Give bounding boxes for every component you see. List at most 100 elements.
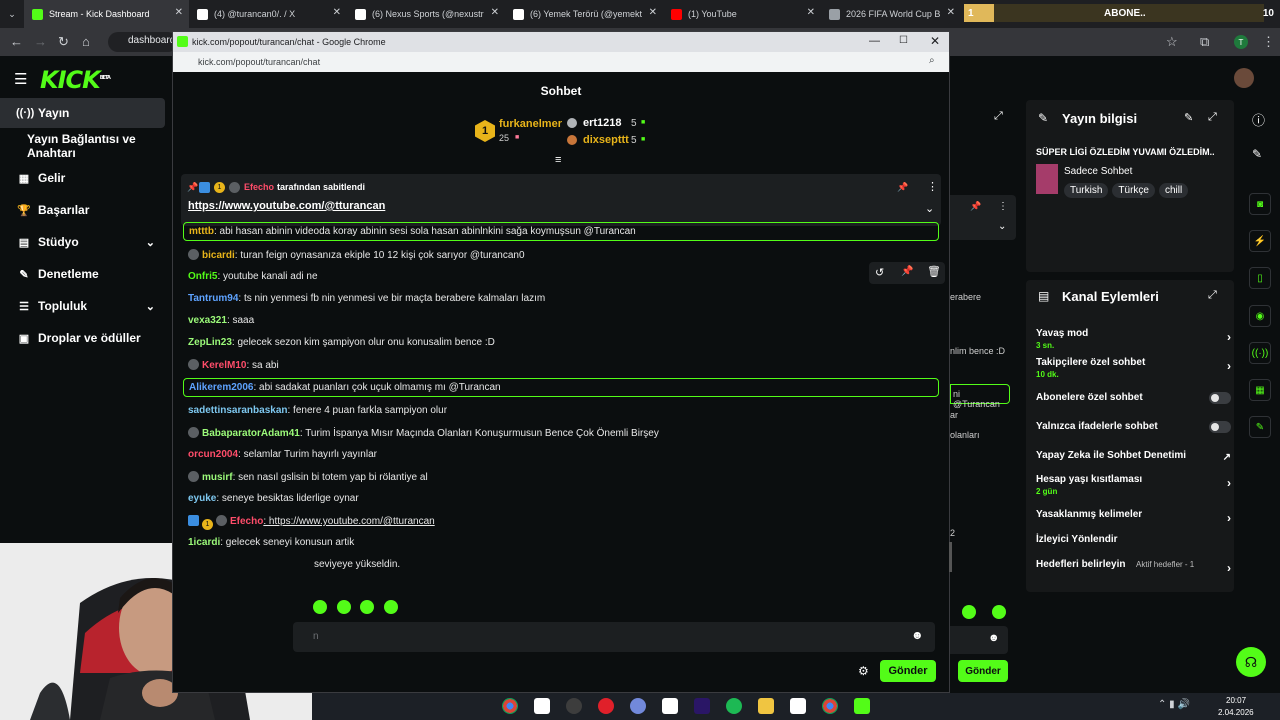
channel-action-item[interactable]: İzleyici Yönlendir [1036,534,1231,545]
pencil-icon[interactable]: ✎ [1252,147,1262,161]
zoom-icon[interactable]: ⌕ [929,55,935,66]
chat-username[interactable]: orcun2004 [188,449,238,460]
back-arrow-icon[interactable]: ← [10,34,23,49]
chevron-down-icon[interactable]: ⌄ [146,236,155,249]
channel-action-item[interactable]: Abonelere özel sohbet [1036,392,1231,404]
toggle-switch[interactable] [1209,392,1231,404]
chat-username[interactable]: KerelM10 [202,360,246,371]
sidebar-item[interactable]: ▦ Gelir [0,163,165,193]
chevron-right-icon[interactable]: › [1227,511,1231,525]
emoji-icon[interactable]: ☻ [911,628,924,642]
chat-username[interactable]: Tantrum94 [188,293,238,304]
reload-icon[interactable]: ↻ [58,34,69,50]
maximize-icon[interactable]: ☐ [899,35,908,46]
browser-menu-icon[interactable]: ⋮ [1262,34,1275,50]
toggle-switch[interactable] [1209,421,1231,433]
chat-username[interactable]: Onfri5 [188,271,217,282]
sidebar-item[interactable]: ▤ Stüdyo ⌄ [0,227,165,257]
chat-message[interactable]: ZepLin23: gelecek sezon kim şampiyon olu… [187,334,937,351]
close-icon[interactable]: ✕ [930,34,940,48]
kick-app-icon[interactable] [854,698,870,714]
leader-name[interactable]: ert1218 [583,117,622,129]
chat-message[interactable]: mtttb: abi hasan abinin videoda koray ab… [183,222,939,241]
chat-message[interactable]: sadettinsaranbaskan: fenere 4 puan farkl… [187,402,937,419]
pin-icon[interactable]: 📌 [970,201,981,212]
chat-settings-icon[interactable]: ⚙ [858,664,869,678]
bookmark-star-icon[interactable]: ☆ [1166,34,1178,50]
tag-chip[interactable]: Turkish [1064,183,1109,198]
emote[interactable] [336,600,351,614]
chevron-right-icon[interactable]: › [1227,476,1231,490]
emoji-icon[interactable]: ☻ [988,632,1000,644]
chat-username[interactable]: eyuke [188,493,216,504]
tray-icons[interactable]: ⌃ ▮ 🔊 [1158,699,1190,710]
sidebar-item[interactable]: 🏆 Başarılar [0,195,165,225]
home-icon[interactable]: ⌂ [82,34,90,49]
chat-username[interactable]: ZepLin23 [188,337,232,348]
bg-chat-input[interactable]: ☻ [950,626,1008,654]
tag-chip[interactable]: chill [1158,183,1189,198]
tab-close-icon[interactable]: ✕ [491,7,499,18]
kick-logo[interactable]: KICKBETA [40,66,111,94]
chat-message[interactable]: orcun2004: selamlar Turim hayırlı yayınl… [187,446,937,463]
sidebar-item[interactable]: ((·)) Yayın [0,98,165,128]
wrench-icon[interactable]: ✎ [1249,416,1271,438]
pinned-link[interactable]: https://www.youtube.com/@tturancan [188,200,385,212]
folder-icon[interactable] [758,698,774,714]
chat-message[interactable]: 1 Efecho: https://www.youtube.com/@tturan… [187,512,937,533]
edit-pencil-icon[interactable]: ✎ [1184,111,1193,124]
expand-icon[interactable]: ⤢ [1208,289,1217,302]
scrollbar[interactable] [949,542,952,572]
pinned-author[interactable]: Efecho [244,182,274,192]
layout-icon[interactable]: ▦ [1249,379,1271,401]
collapse-icon[interactable]: ≡ [555,154,561,166]
chat-username[interactable]: BabaparatorAdam41 [202,428,300,439]
media-banner[interactable]: 1 ABONE.. 10 [964,4,1274,22]
emote[interactable] [313,600,327,614]
more-icon[interactable]: ⋮ [998,201,1008,212]
reply-icon[interactable]: ↺ [875,266,884,279]
forward-arrow-icon[interactable]: → [34,34,47,49]
tab[interactable]: (4) @turancan0/. / X ✕ [189,0,347,28]
chat-message[interactable]: Onfri5: youtube kanali adi ne [187,268,937,285]
chat-username[interactable]: Efecho [230,516,263,527]
tab-close-icon[interactable]: ✕ [807,7,815,18]
chevron-right-icon[interactable]: › [1227,561,1231,575]
channel-action-item[interactable]: Hedefleri belirleyin Aktif hedefler - 1 › [1036,559,1231,575]
expand-icon[interactable]: ⤢ [1208,111,1217,124]
chat-message[interactable]: BabaparatorAdam41: Turim İspanya Mısır M… [187,424,937,442]
chevron-right-icon[interactable]: › [1227,330,1231,344]
expand-icon[interactable]: ⤢ [994,110,1003,123]
tab-close-icon[interactable]: ✕ [333,7,341,18]
user-avatar[interactable] [1234,68,1254,88]
external-link-icon[interactable]: ↗ [1223,452,1231,463]
chat-message[interactable]: vexa321: saaa [187,312,937,329]
send-button[interactable]: Gönder [880,660,936,682]
bg-send-button[interactable]: Gönder [958,660,1008,682]
discord-icon[interactable] [630,698,646,714]
tab-close-icon[interactable]: ✕ [649,7,657,18]
tab[interactable]: Stream - Kick Dashboard ✕ [24,0,189,28]
chat-username[interactable]: vexa321 [188,315,227,326]
chat-username[interactable]: Alikerem2006 [189,382,254,393]
tab[interactable]: (6) Yemek Terörü (@yemekter ✕ [505,0,663,28]
chat-message[interactable]: 1icardi: gelecek seneyi konusun artik [187,534,937,551]
obs-icon[interactable] [566,698,582,714]
chevron-down-icon[interactable]: ⌄ [146,300,155,313]
minimize-icon[interactable]: — [869,35,880,47]
chrome-icon[interactable] [822,698,838,714]
chat-message[interactable]: musirf: sen nasıl gslisin bi totem yap b… [187,468,937,486]
unpin-icon[interactable]: 📌 [897,182,908,193]
chevron-down-icon[interactable]: ⌄ [925,202,934,215]
channel-action-item[interactable]: Yapay Zeka ile Sohbet Denetimi ↗ [1036,450,1231,463]
sidebar-item[interactable]: ▣ Droplar ve ödüller [0,323,165,353]
chrome-icon[interactable] [502,698,518,714]
chat-message[interactable]: eyuke: seneye besiktas liderlige oynar [187,490,937,507]
tab-close-icon[interactable]: ✕ [947,7,955,18]
channel-action-item[interactable]: Takipçilere özel sohbet 10 dk. › [1036,357,1231,379]
more-icon[interactable]: ⋮ [927,180,938,193]
red-app-icon[interactable] [598,698,614,714]
emote[interactable] [383,600,398,614]
tab[interactable]: 2026 FIFA World Cup Bracket P ✕ [821,0,961,28]
sidebar-item[interactable]: ☰ Topluluk ⌄ [0,291,165,321]
